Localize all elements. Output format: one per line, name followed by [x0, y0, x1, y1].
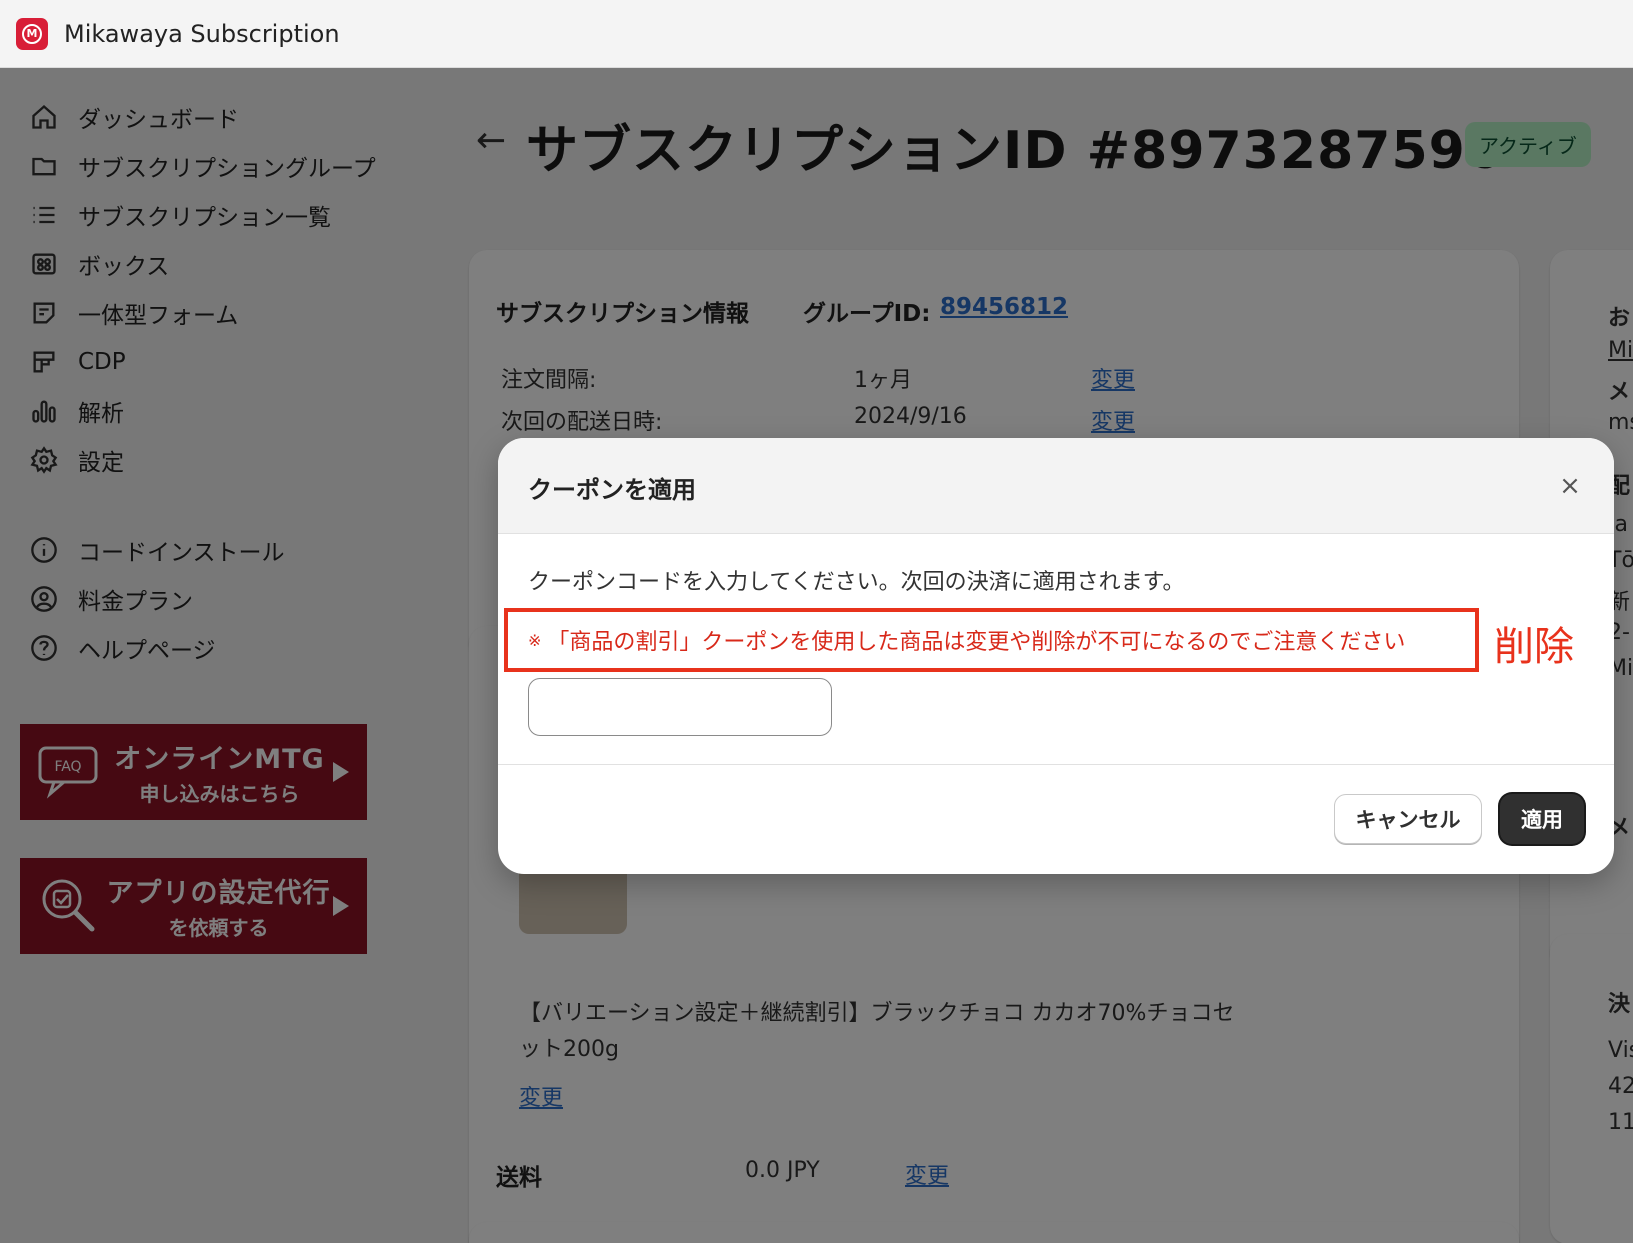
- apply-button[interactable]: 適用: [1500, 794, 1584, 844]
- close-icon[interactable]: ×: [1552, 468, 1588, 504]
- apply-coupon-modal: クーポンを適用 × クーポンコードを入力してください。次回の決済に適用されます。…: [498, 438, 1614, 874]
- modal-divider: [498, 764, 1614, 765]
- coupon-code-input[interactable]: [528, 678, 832, 736]
- app-logo-icon: M: [16, 17, 48, 50]
- delete-annotation: 削除: [1494, 624, 1574, 670]
- modal-description: クーポンコードを入力してください。次回の決済に適用されます。: [528, 570, 1185, 595]
- cancel-button[interactable]: キャンセル: [1334, 794, 1482, 844]
- app-title: Mikawaya Subscription: [64, 19, 340, 48]
- notice-mark: ※: [528, 630, 542, 650]
- modal-title: クーポンを適用: [528, 476, 696, 504]
- app-topbar: M Mikawaya Subscription: [0, 0, 1633, 68]
- notice-highlight-box: ※ 「商品の割引」クーポンを使用した商品は変更や削除が不可になるのでご注意くださ…: [504, 608, 1479, 672]
- notice-text: 「商品の割引」クーポンを使用した商品は変更や削除が不可になるのでご注意ください: [547, 630, 1406, 655]
- modal-header: クーポンを適用 ×: [498, 438, 1614, 534]
